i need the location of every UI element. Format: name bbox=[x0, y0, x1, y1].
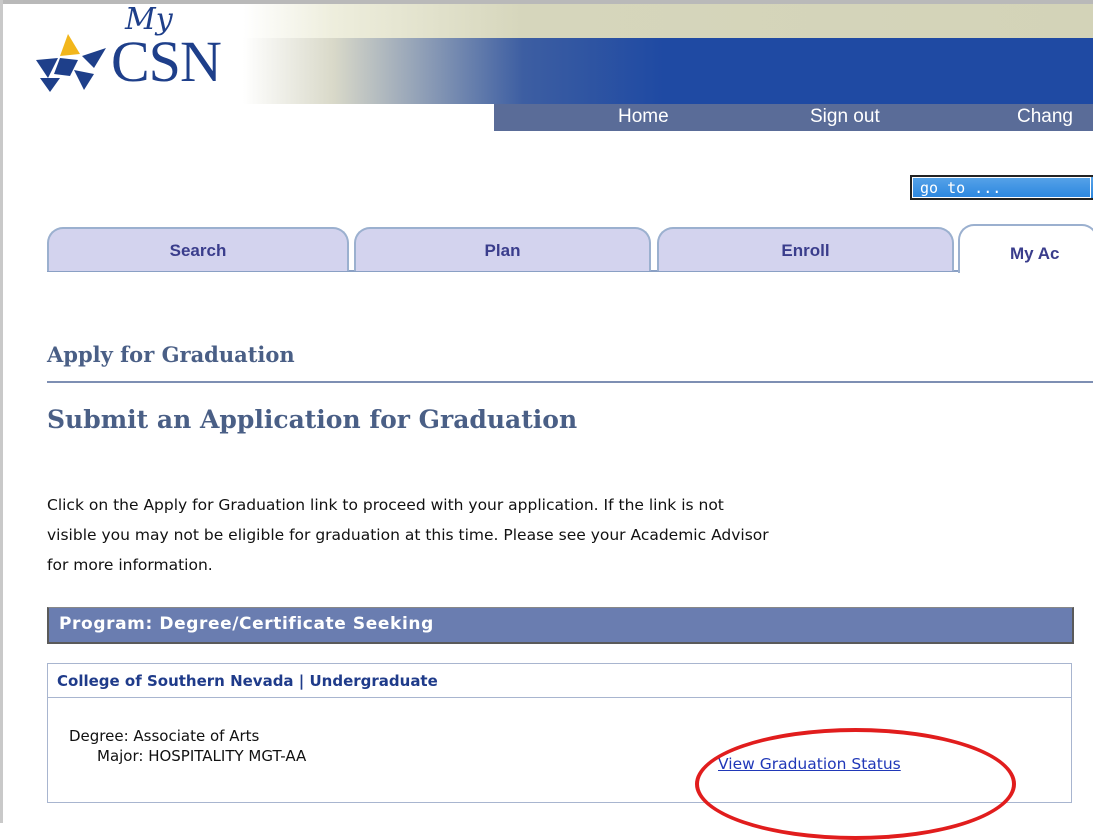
logo-csn-text: CSN bbox=[111, 29, 222, 94]
tab-search-label: Search bbox=[169, 241, 227, 260]
institution-heading: College of Southern Nevada | Undergradua… bbox=[48, 664, 1071, 698]
tab-my-academics[interactable]: My Ac bbox=[958, 224, 1093, 273]
goto-select[interactable]: go to ... bbox=[910, 175, 1093, 200]
sign-out-link[interactable]: Sign out bbox=[810, 106, 880, 128]
major-text: Major: HOSPITALITY MGT-AA bbox=[97, 747, 307, 765]
tab-my-academics-label: My Ac bbox=[1010, 244, 1060, 263]
goto-select-value: go to ... bbox=[920, 179, 1002, 197]
page-title: Submit an Application for Graduation bbox=[47, 405, 578, 434]
annotation-circle bbox=[695, 728, 1016, 840]
mycsn-logo[interactable]: My CSN bbox=[30, 2, 230, 100]
instructions-text: Click on the Apply for Graduation link t… bbox=[47, 490, 1093, 580]
instructions-line: visible you may not be eligible for grad… bbox=[47, 526, 769, 544]
tab-enroll-label: Enroll bbox=[781, 241, 830, 260]
change-link[interactable]: Chang bbox=[1017, 106, 1073, 128]
home-link[interactable]: Home bbox=[618, 106, 669, 128]
instructions-line: Click on the Apply for Graduation link t… bbox=[47, 496, 724, 514]
tab-search[interactable]: Search bbox=[47, 227, 349, 271]
tab-plan-label: Plan bbox=[484, 241, 521, 260]
instructions-line: for more information. bbox=[47, 556, 213, 574]
star-logo-icon bbox=[36, 34, 106, 92]
tab-enroll[interactable]: Enroll bbox=[657, 227, 954, 271]
tab-plan[interactable]: Plan bbox=[354, 227, 651, 271]
program-header: Program: Degree/Certificate Seeking bbox=[47, 607, 1074, 644]
top-nav-bar: Home Sign out Chang bbox=[494, 104, 1093, 131]
section-title: Apply for Graduation bbox=[47, 342, 295, 367]
degree-text: Degree: Associate of Arts bbox=[69, 727, 260, 745]
window-left-border bbox=[0, 0, 3, 823]
section-divider bbox=[47, 381, 1093, 383]
